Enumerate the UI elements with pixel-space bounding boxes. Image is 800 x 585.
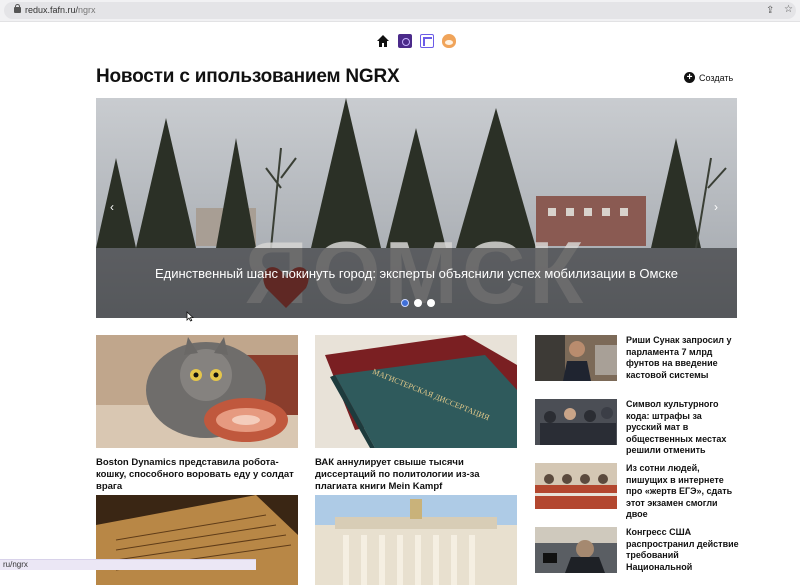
news-card[interactable]: МАГИСТЕРСКАЯ ДИССЕРТАЦИЯ ВАК аннулирует … [315,335,517,493]
share-icon[interactable]: ⇪ [766,5,774,16]
news-card-image [315,495,517,585]
carousel-dots [401,299,435,307]
redux-icon[interactable] [398,34,412,48]
news-card[interactable]: Boston Dynamics представила робота-кошку… [96,335,298,493]
create-label: Создать [699,72,734,83]
side-news-image [535,463,617,509]
carousel-prev-button[interactable]: ‹ [110,200,114,214]
address-bar[interactable]: redux.fafn.ru/ngrx ⇪ ☆ [4,2,796,19]
ngrx-icon[interactable] [420,34,434,48]
side-news-item[interactable]: Из сотни людей, пишущих в интернете про … [535,463,740,521]
create-button[interactable]: + Создать [684,72,733,83]
home-icon[interactable] [376,34,390,48]
browser-status-bar: ru/ngrx [0,559,256,570]
side-news-item[interactable]: Символ культурного кода: штрафы за русск… [535,399,740,457]
news-card-title[interactable]: ВАК аннулирует свыше тысячи диссертаций … [315,457,517,493]
side-news-image [535,399,617,445]
side-news-title[interactable]: Символ культурного кода: штрафы за русск… [626,399,740,457]
carousel-dot-1[interactable] [401,299,409,307]
side-news-title[interactable]: Риши Сунак запросил у парламента 7 млрд … [626,335,740,381]
news-card-image [96,495,298,585]
caption-overlay [96,248,737,318]
url-text: redux.fafn.ru/ngrx [25,5,96,15]
side-news-item[interactable]: Конгресс США распространил действие треб… [535,527,740,573]
shiba-icon[interactable] [442,34,456,48]
lock-icon [14,4,21,13]
page-title: Новости с ипользованием NGRX [96,66,400,87]
news-card[interactable] [315,495,517,585]
side-news-item[interactable]: Риши Сунак запросил у парламента 7 млрд … [535,335,740,381]
side-news-image [535,527,617,573]
side-news-title[interactable]: Из сотни людей, пишущих в интернете про … [626,463,740,521]
carousel-caption[interactable]: Единственный шанс покинуть город: экспер… [96,266,737,281]
bookmark-star-icon[interactable]: ☆ [784,4,793,15]
news-card[interactable] [96,495,298,585]
plus-circle-icon: + [684,72,695,83]
side-news-title[interactable]: Конгресс США распространил действие треб… [626,527,740,573]
news-card-image [96,335,298,448]
news-carousel[interactable]: ЯОМСК Единственный шанс покинуть город: … [96,98,737,318]
carousel-dot-2[interactable] [414,299,422,307]
news-card-image: МАГИСТЕРСКАЯ ДИССЕРТАЦИЯ [315,335,517,448]
news-card-title[interactable]: Boston Dynamics представила робота-кошку… [96,457,298,493]
side-news-image [535,335,617,381]
browser-toolbar: redux.fafn.ru/ngrx ⇪ ☆ [0,0,800,22]
carousel-next-button[interactable]: › [714,200,718,214]
top-nav [376,33,456,49]
carousel-dot-3[interactable] [427,299,435,307]
mouse-cursor-icon [186,311,194,322]
